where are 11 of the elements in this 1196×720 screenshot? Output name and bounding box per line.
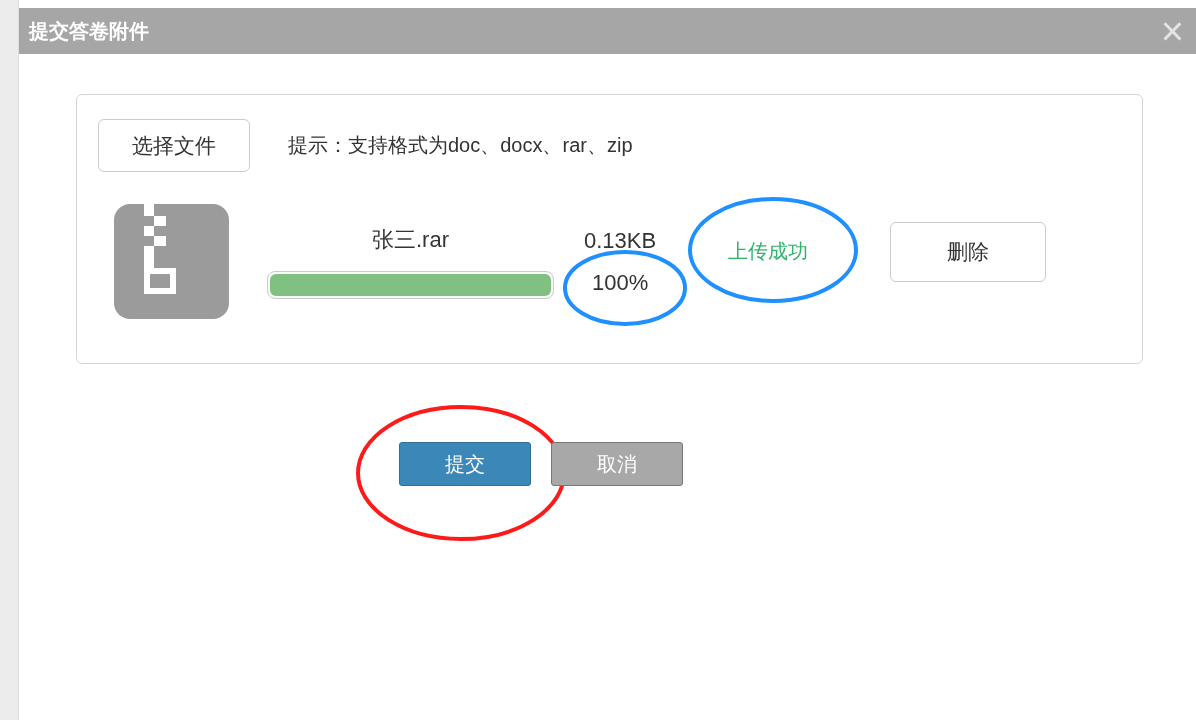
format-hint: 提示：支持格式为doc、docx、rar、zip [288, 133, 633, 158]
file-name: 张三.rar [372, 225, 449, 254]
cancel-button[interactable]: 取消 [551, 442, 683, 486]
submit-button[interactable]: 提交 [399, 442, 531, 486]
zip-file-icon [114, 204, 229, 319]
upload-percent: 100% [591, 269, 649, 295]
choose-file-button[interactable]: 选择文件 [98, 119, 250, 172]
upload-status: 上传成功 [728, 240, 809, 262]
dialog-title: 提交答卷附件 [29, 18, 149, 44]
delete-button[interactable]: 删除 [890, 221, 1047, 282]
file-size: 0.13KB [584, 227, 657, 254]
